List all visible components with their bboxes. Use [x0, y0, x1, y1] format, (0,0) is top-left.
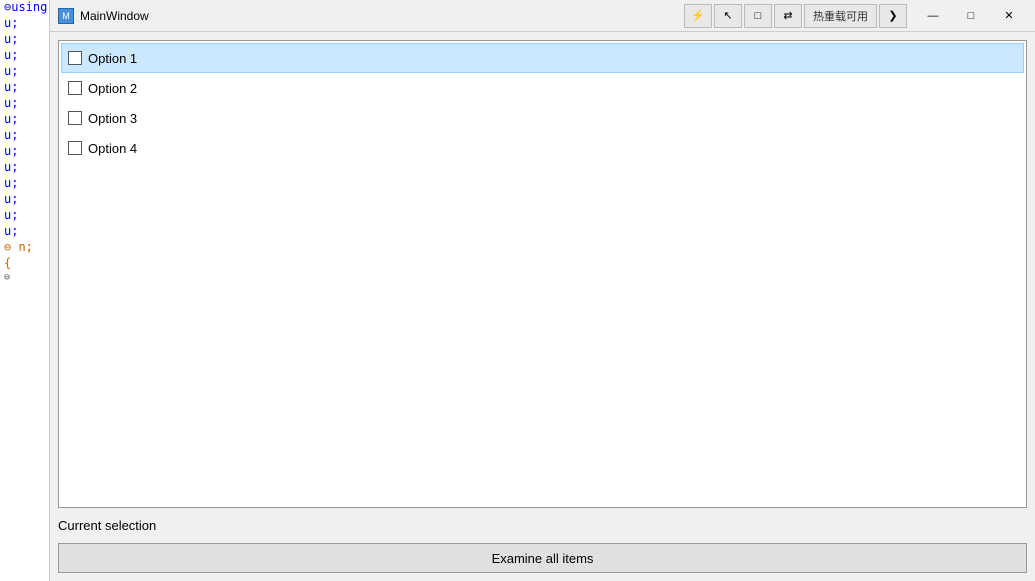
option4-label: Option 4	[88, 141, 137, 156]
option1-label: Option 1	[88, 51, 137, 66]
checkbox-option4[interactable]	[68, 141, 82, 155]
code-line-16: ⊖ n;	[0, 240, 49, 256]
list-item[interactable]: Option 3	[61, 103, 1024, 133]
code-line-12: u;	[0, 176, 49, 192]
examine-all-button[interactable]: Examine all items	[58, 543, 1027, 573]
code-line-8: u;	[0, 112, 49, 128]
code-line-4: u;	[0, 48, 49, 64]
select-tool-button[interactable]: ↖	[714, 4, 742, 28]
chevron-button[interactable]: ❯	[879, 4, 907, 28]
window-content: Option 1 Option 2 Option 3 Option 4 Curr…	[50, 32, 1035, 581]
code-line-10: u;	[0, 144, 49, 160]
window-controls: — □ ✕	[915, 4, 1027, 28]
list-item[interactable]: Option 1	[61, 43, 1024, 73]
window-icon: M	[58, 8, 74, 24]
run-tool-button[interactable]: ⚡	[684, 4, 712, 28]
main-area: M MainWindow ⚡ ↖ □ ⇄ 热重载可用 ❯ — □ ✕ Optio…	[50, 0, 1035, 581]
code-line-14: u;	[0, 208, 49, 224]
checkbox-option3[interactable]	[68, 111, 82, 125]
maximize-button[interactable]: □	[953, 4, 989, 28]
listbox[interactable]: Option 1 Option 2 Option 3 Option 4	[58, 40, 1027, 508]
list-item[interactable]: Option 2	[61, 73, 1024, 103]
current-selection-label: Current selection	[58, 516, 1027, 535]
option3-label: Option 3	[88, 111, 137, 126]
code-line-7: u;	[0, 96, 49, 112]
code-line-6: u;	[0, 80, 49, 96]
code-line-1: ⊖using System;	[0, 0, 49, 16]
checkbox-option2[interactable]	[68, 81, 82, 95]
code-line-2: u;	[0, 16, 49, 32]
code-line-9: u;	[0, 128, 49, 144]
code-editor: ⊖using System; u; u; u; u; u; u; u; u; u…	[0, 0, 50, 581]
code-line-15: u;	[0, 224, 49, 240]
code-line-13: u;	[0, 192, 49, 208]
code-line-5: u;	[0, 64, 49, 80]
code-line-17: {	[0, 256, 49, 272]
code-line-18: ⊖	[0, 272, 49, 288]
minimize-button[interactable]: —	[915, 4, 951, 28]
list-item[interactable]: Option 4	[61, 133, 1024, 163]
title-bar: M MainWindow ⚡ ↖ □ ⇄ 热重载可用 ❯ — □ ✕	[50, 0, 1035, 32]
close-button[interactable]: ✕	[991, 4, 1027, 28]
toolbar: ⚡ ↖ □ ⇄ 热重载可用 ❯	[684, 4, 907, 28]
checkbox-option1[interactable]	[68, 51, 82, 65]
option2-label: Option 2	[88, 81, 137, 96]
code-line-3: u;	[0, 32, 49, 48]
hot-reload-label: 热重载可用	[804, 4, 877, 28]
window-tool-button[interactable]: □	[744, 4, 772, 28]
swap-tool-button[interactable]: ⇄	[774, 4, 802, 28]
code-line-11: u;	[0, 160, 49, 176]
window-title: MainWindow	[80, 9, 149, 23]
